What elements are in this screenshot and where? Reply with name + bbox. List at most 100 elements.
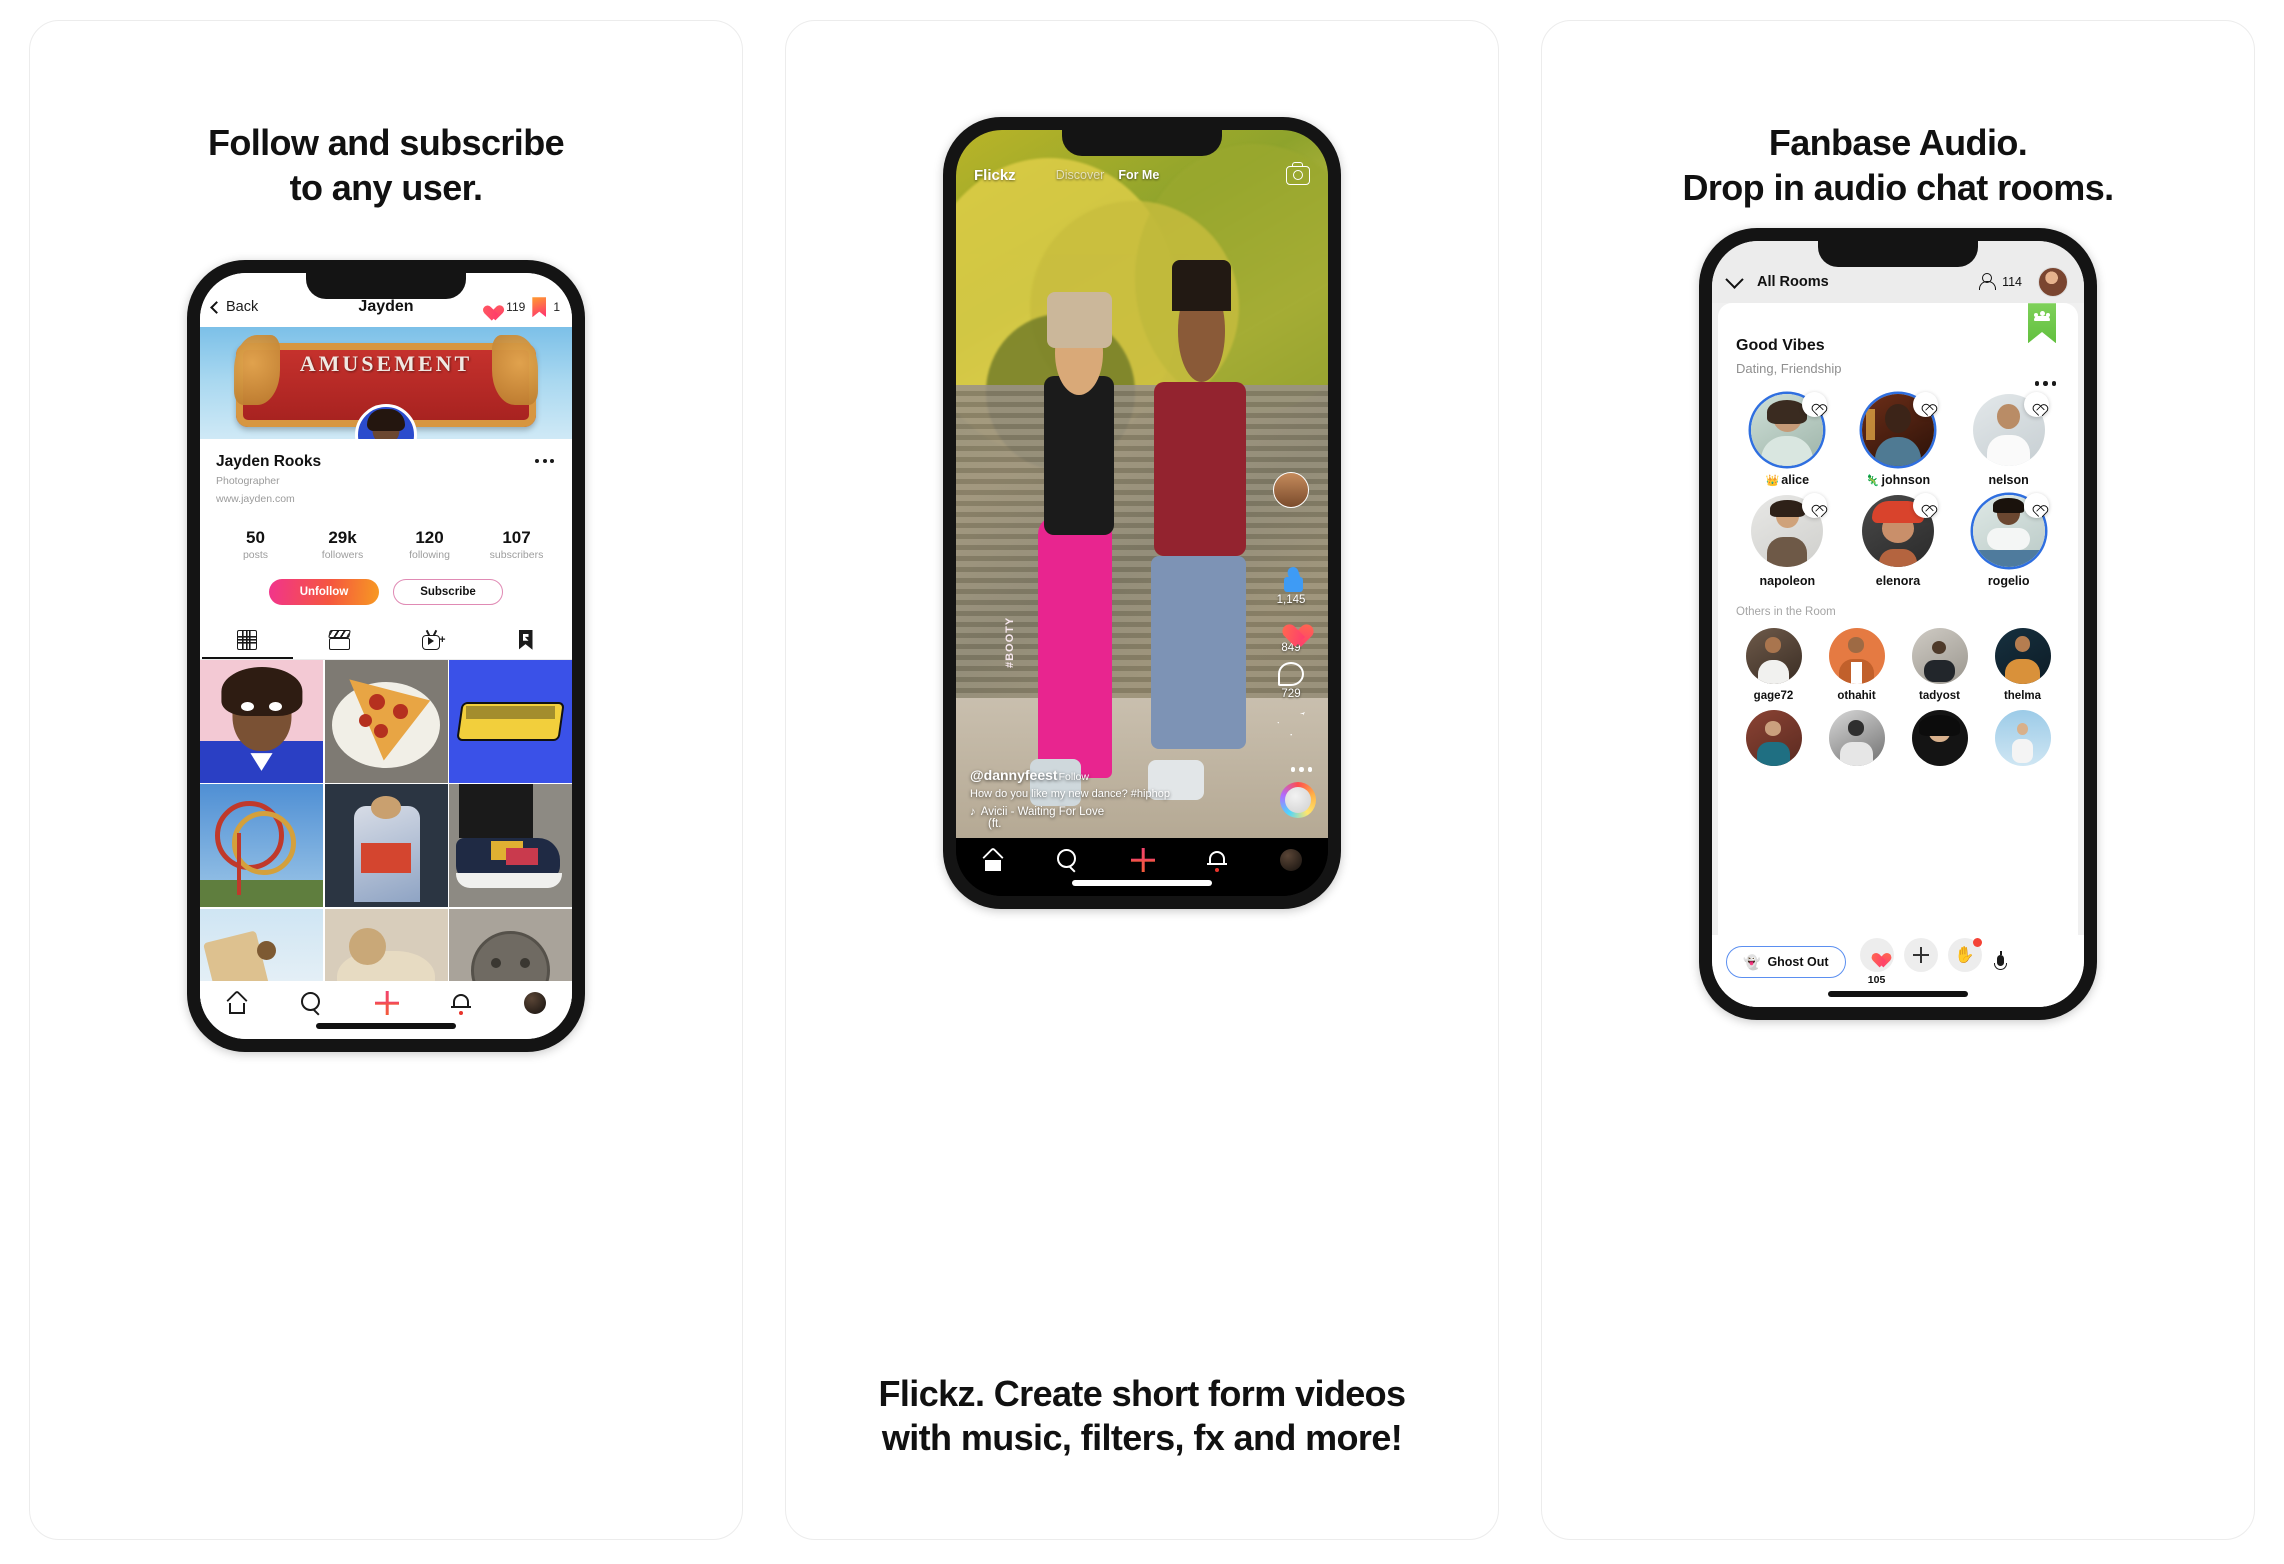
listener-avatar xyxy=(1745,628,1802,685)
react-count: 105 xyxy=(1867,974,1886,987)
speaker-item[interactable]: rogelio xyxy=(1957,493,2060,588)
heart-button[interactable] xyxy=(1802,493,1828,519)
search-icon[interactable] xyxy=(300,992,323,1014)
speaker-name: 🦎 johnson xyxy=(1866,473,1930,487)
panel-2-caption-line1: Flickz. Create short form videos xyxy=(878,1372,1407,1414)
comment-action[interactable]: 729 xyxy=(1278,662,1304,700)
like-action[interactable]: 849 xyxy=(1277,614,1305,654)
listener-avatar xyxy=(1745,710,1802,767)
back-button[interactable]: Back xyxy=(210,299,258,315)
stat-following[interactable]: 120 following xyxy=(386,528,473,561)
share-action[interactable] xyxy=(1277,712,1305,736)
bell-icon[interactable] xyxy=(451,992,472,1015)
music-disc-icon[interactable] xyxy=(1280,782,1316,818)
grid-cell-roller-coaster[interactable] xyxy=(200,784,323,908)
heart-outline-icon xyxy=(1808,500,1821,512)
listener-item[interactable]: othahit xyxy=(1819,628,1894,702)
cover-sign-text: AMUSEMENT xyxy=(299,351,473,377)
listener-item[interactable]: gage72 xyxy=(1736,628,1811,702)
tab-grid[interactable] xyxy=(200,621,293,659)
bell-icon[interactable] xyxy=(1207,849,1228,872)
stat-posts[interactable]: 50 posts xyxy=(212,528,299,561)
video-music[interactable]: ♪ Avicii - Waiting For Love xyxy=(970,806,1266,818)
video-more-button[interactable] xyxy=(1290,767,1312,772)
subscribe-button[interactable]: Subscribe xyxy=(393,578,503,605)
camera-icon[interactable] xyxy=(1286,161,1310,185)
heart-outline-icon xyxy=(1808,399,1821,411)
grid-cell-portrait-pink[interactable] xyxy=(200,659,323,783)
panel-3-heading-line1: Fanbase Audio. xyxy=(1768,122,2028,163)
listener-item[interactable]: tadyost xyxy=(1902,628,1977,702)
follow-button[interactable]: Follow xyxy=(1059,771,1089,783)
listener-item[interactable] xyxy=(1819,710,1894,767)
bookmark-icon[interactable] xyxy=(532,297,547,318)
profile-more-button[interactable] xyxy=(535,459,554,464)
screenshot-stage: Follow and subscribe to any user. Back J… xyxy=(0,0,2284,1564)
notch xyxy=(1062,130,1222,156)
listener-item[interactable] xyxy=(1985,710,2060,767)
heart-button[interactable] xyxy=(1802,392,1828,418)
listener-item[interactable]: thelma xyxy=(1985,628,2060,702)
avatar-icon[interactable] xyxy=(1279,849,1302,871)
profile-occupation: Photographer xyxy=(216,475,280,488)
heart-button[interactable] xyxy=(2023,493,2049,519)
speaker-item[interactable]: napoleon xyxy=(1736,493,1839,588)
speaker-item[interactable]: nelson xyxy=(1957,392,2060,487)
bookmarks-count: 1 xyxy=(553,300,560,315)
likes-count: 119 xyxy=(506,300,526,315)
raise-hand-button[interactable]: ✋ xyxy=(1947,938,1982,973)
unfollow-button[interactable]: Unfollow xyxy=(269,578,379,605)
profile-website[interactable]: www.jayden.com xyxy=(216,492,556,507)
tab-discover[interactable]: Discover xyxy=(1056,168,1105,182)
group-icon xyxy=(2034,311,2050,322)
home-icon[interactable] xyxy=(982,846,1004,871)
panel-2-caption: Flickz. Create short form videos with mu… xyxy=(786,1372,1498,1461)
all-rooms-label[interactable]: All Rooms xyxy=(1757,274,1829,290)
tab-clips[interactable] xyxy=(293,621,386,659)
room-more-button[interactable] xyxy=(2034,381,2056,386)
grid-cell-atlanta-graffiti[interactable] xyxy=(449,659,572,783)
speaker-name: 👑 alice xyxy=(1766,473,1810,487)
speaker-item[interactable]: 🦎 johnson xyxy=(1847,392,1950,487)
tab-for-me[interactable]: For Me xyxy=(1118,168,1159,182)
heart-button[interactable] xyxy=(1912,392,1938,418)
plus-icon[interactable] xyxy=(375,991,399,1015)
speaker-name: elenora xyxy=(1876,574,1920,588)
thumbs-up-action[interactable]: 1,145 xyxy=(1277,565,1305,606)
home-icon[interactable] xyxy=(226,989,248,1014)
home-indicator xyxy=(316,1023,456,1030)
tab-tv[interactable]: + xyxy=(386,621,479,659)
grid-cell-street-performer[interactable] xyxy=(324,784,448,908)
notch xyxy=(306,273,466,300)
clapperboard-icon xyxy=(327,629,352,650)
speaker-item[interactable]: 👑 alice xyxy=(1736,392,1839,487)
send-icon xyxy=(1277,712,1305,736)
speaker-name: rogelio xyxy=(1988,574,2030,588)
grid-cell-sneaker[interactable] xyxy=(449,784,572,908)
notification-badge xyxy=(1972,938,1982,948)
plus-icon[interactable] xyxy=(1131,848,1155,872)
stat-followers[interactable]: 29k followers xyxy=(299,528,386,561)
tab-saved[interactable] xyxy=(479,621,572,659)
video-tabs: Discover For Me xyxy=(1056,168,1160,182)
creator-avatar[interactable] xyxy=(1273,472,1309,508)
add-button[interactable] xyxy=(1903,938,1938,973)
avatar-icon[interactable] xyxy=(523,992,546,1015)
heart-button[interactable] xyxy=(1912,493,1938,519)
listener-item[interactable] xyxy=(1902,710,1977,767)
ghost-out-button[interactable]: 👻 Ghost Out xyxy=(1726,946,1846,979)
listener-item[interactable] xyxy=(1736,710,1811,767)
heart-button[interactable] xyxy=(2023,392,2049,418)
grid-cell-pizza-slice[interactable] xyxy=(324,659,448,783)
react-heart-action[interactable]: 105 xyxy=(1859,938,1894,987)
grid-icon xyxy=(236,629,257,650)
speaker-item[interactable]: elenora xyxy=(1847,493,1950,588)
profile-info: Jayden Rooks Photographer www.jayden.com xyxy=(200,439,572,507)
creator-username[interactable]: @dannyfeestFollow xyxy=(970,767,1266,783)
phone-frame-2: #BOOTY Flickz Discover For Me 1,145 849 … xyxy=(943,117,1341,909)
stat-subscribers[interactable]: 107 subscribers xyxy=(473,528,560,561)
chevron-down-icon[interactable] xyxy=(1725,270,1744,289)
heart-icon[interactable] xyxy=(480,298,499,316)
my-avatar[interactable] xyxy=(2038,267,2068,298)
search-icon[interactable] xyxy=(1056,849,1079,871)
